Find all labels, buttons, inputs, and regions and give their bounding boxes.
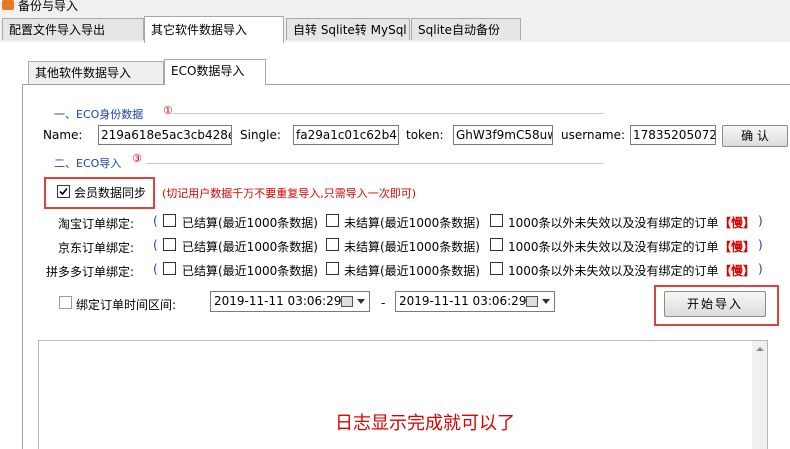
start-import-button[interactable]: 开始导入 <box>664 291 766 317</box>
taobao-other-checkbox[interactable] <box>490 214 503 227</box>
pdd-unsettled-checkbox[interactable] <box>326 262 339 275</box>
taobao-settled-label: 已结算(最近1000条数据) <box>182 216 318 230</box>
taobao-settled-checkbox[interactable] <box>163 214 176 227</box>
app-icon <box>2 0 14 10</box>
confirm-button[interactable]: 确 认 <box>722 125 788 147</box>
paren-close: ) <box>758 262 763 276</box>
slow-badge: 【慢】 <box>719 240 756 254</box>
single-field[interactable]: fa29a1c01c62b47 <box>293 125 399 145</box>
time-range-separator: - <box>381 296 386 310</box>
pdd-settled-checkbox[interactable] <box>163 262 176 275</box>
divider <box>172 113 604 115</box>
taobao-order-label: 淘宝订单绑定: <box>58 217 135 231</box>
divider <box>146 163 604 165</box>
taobao-unsettled-checkbox[interactable] <box>326 214 339 227</box>
member-sync-checkbox[interactable] <box>57 185 70 198</box>
taobao-unsettled-label: 未结算(最近1000条数据) <box>344 216 480 230</box>
time-range-label: 绑定订单时间区间: <box>76 298 177 312</box>
jd-unsettled-checkbox[interactable] <box>326 238 339 251</box>
taobao-other-label: 1000条以外未失效以及没有绑定的订单 <box>508 216 719 230</box>
paren-open: ( <box>153 238 158 252</box>
username-label: username: <box>561 128 626 142</box>
chevron-down-icon <box>542 299 550 304</box>
section-eco-identity-title: 一、ECO身份数据 <box>54 108 144 121</box>
scroll-up-icon <box>756 347 764 351</box>
single-label: Single: <box>240 128 281 142</box>
pdd-unsettled-label: 未结算(最近1000条数据) <box>344 264 480 278</box>
member-sync-label: 会员数据同步 <box>74 186 147 200</box>
start-datetime-value: 2019-11-11 03:06:29 <box>214 294 342 308</box>
sub-tab-bar: 其他软件数据导入 ECO数据导入 <box>28 59 788 85</box>
tab-sqlite-to-mysql[interactable]: 自转 Sqlite转 MySql <box>286 18 410 40</box>
jd-unsettled-label: 未结算(最近1000条数据) <box>344 240 480 254</box>
end-datetime-value: 2019-11-11 03:06:29 <box>399 294 527 308</box>
subtab-other-software[interactable]: 其他软件数据导入 <box>28 61 164 84</box>
chevron-down-icon <box>357 299 365 304</box>
calendar-icon <box>341 296 353 307</box>
window-title: 备份与导入 <box>18 0 79 13</box>
name-label: Name: <box>43 128 83 142</box>
start-datetime-picker[interactable]: 2019-11-11 03:06:29 <box>210 291 370 312</box>
jd-other-label: 1000条以外未失效以及没有绑定的订单 <box>508 240 719 254</box>
tab-sqlite-auto-backup[interactable]: Sqlite自动备份 <box>411 18 521 40</box>
section-eco-import-title: 二、ECO导入 <box>54 157 122 170</box>
log-scrollbar[interactable] <box>752 341 767 449</box>
name-field[interactable]: 219a618e5ac3cb428e9 <box>98 125 232 145</box>
member-sync-warning: (切记用户数据千万不要重复导入,只需导入一次即可) <box>162 187 417 200</box>
slow-badge: 【慢】 <box>719 216 756 230</box>
jd-settled-checkbox[interactable] <box>163 238 176 251</box>
subtab-eco-import[interactable]: ECO数据导入 <box>164 59 266 85</box>
jd-settled-label: 已结算(最近1000条数据) <box>182 240 318 254</box>
paren-close: ) <box>758 214 763 228</box>
username-field[interactable]: 17835205072 <box>630 125 716 145</box>
checkmark-icon <box>59 187 68 196</box>
token-label: token: <box>406 128 444 142</box>
jd-order-label: 京东订单绑定: <box>58 241 135 255</box>
paren-close: ) <box>758 238 763 252</box>
end-datetime-picker[interactable]: 2019-11-11 03:06:29 <box>395 291 555 312</box>
annotation-3: ③ <box>132 152 142 165</box>
log-output-area[interactable]: 日志显示完成就可以了 <box>38 340 768 449</box>
title-bar: 备份与导入 <box>0 0 790 16</box>
pdd-other-label: 1000条以外未失效以及没有绑定的订单 <box>508 264 719 278</box>
calendar-icon <box>526 296 538 307</box>
log-text: 日志显示完成就可以了 <box>335 413 515 434</box>
top-tab-bar: 配置文件导入导出 其它软件数据导入 自转 Sqlite转 MySql Sqlit… <box>0 16 790 43</box>
pdd-other-checkbox[interactable] <box>490 262 503 275</box>
pdd-order-label: 拼多多订单绑定: <box>46 265 135 279</box>
jd-other-checkbox[interactable] <box>490 238 503 251</box>
paren-open: ( <box>153 214 158 228</box>
paren-open: ( <box>153 262 158 276</box>
tab-config-import-export[interactable]: 配置文件导入导出 <box>2 18 144 40</box>
time-range-checkbox[interactable] <box>59 296 72 309</box>
pdd-settled-label: 已结算(最近1000条数据) <box>182 264 318 278</box>
annotation-1: ① <box>163 104 173 117</box>
slow-badge: 【慢】 <box>719 264 756 278</box>
token-field[interactable]: GhW3f9mC58uw <box>453 125 553 145</box>
tab-other-software-import[interactable]: 其它软件数据导入 <box>144 16 284 43</box>
